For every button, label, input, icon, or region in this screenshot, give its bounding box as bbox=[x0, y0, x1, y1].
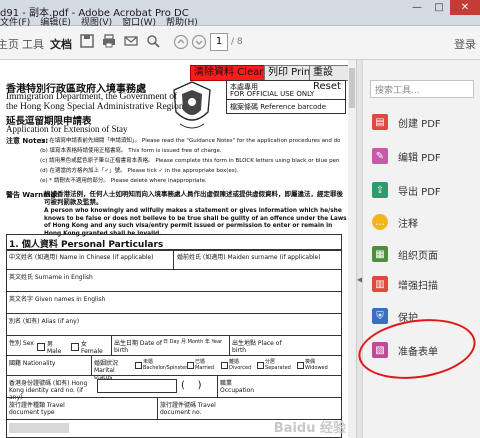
next-page-icon[interactable] bbox=[190, 34, 208, 52]
note-b: (b) 填寫本表格時請使用正楷書寫。 This form is issued f… bbox=[40, 148, 222, 154]
sex-label: 性別 Sex bbox=[9, 340, 34, 347]
marital-single-checkbox[interactable] bbox=[135, 362, 142, 369]
alias-label: 別名 (如有) Alias (if any) bbox=[9, 318, 80, 325]
tab-home[interactable]: 主页 bbox=[0, 36, 19, 52]
login-link[interactable]: 登录 bbox=[454, 36, 476, 52]
married-label: 已婚 Married bbox=[195, 359, 215, 371]
dept-name-en-1: Immigration Department, the Government o… bbox=[6, 92, 178, 102]
warning-text-zh: 根據香港法例，任何人士如明知而向入境事務處人員作出虛假陳述或提供虛假資料，即屬違… bbox=[44, 190, 343, 206]
tab-tools[interactable]: 工具 bbox=[22, 36, 44, 52]
tab-document[interactable]: 文档 bbox=[50, 36, 72, 52]
travel-doc-no-label: 旅行證件號碼 Travel document no. bbox=[160, 402, 216, 416]
note-c: (c) 請用黑色或藍色原子筆以正楷書寫本表格。 Please complete … bbox=[40, 158, 340, 164]
scrollbar-thumb[interactable] bbox=[349, 68, 355, 108]
scan-icon: ▥ bbox=[372, 276, 388, 292]
widowed-label: 喪偶 Widowed bbox=[305, 359, 328, 371]
tool-export-pdf[interactable]: ⇪ 导出 PDF bbox=[372, 180, 441, 200]
close-button[interactable]: ✕ bbox=[450, 0, 480, 15]
document-page: 清除資料 Clear Data 列印 Print 重設 Reset 香港特別行政… bbox=[0, 60, 356, 438]
previous-page-icon[interactable] bbox=[172, 34, 190, 52]
hkid-input[interactable] bbox=[97, 379, 177, 393]
tool-search-input[interactable]: 搜索工具... bbox=[370, 80, 474, 98]
maiden-surname-label: 婚前姓氏 (如適用) Maiden surname (if applicable… bbox=[177, 254, 321, 261]
nationality-label: 國籍 Nationality bbox=[9, 360, 56, 367]
note-a: (a) 在填寫申請表前先細閱「申請須知」。 Please read the "G… bbox=[40, 138, 340, 144]
dept-name-en-2: the Hong Kong Special Administrative Reg… bbox=[6, 102, 184, 112]
tool-label: 注释 bbox=[398, 218, 418, 230]
personal-particulars-section: 1. 個人資料 Personal Particulars 中文姓名 (如適用) … bbox=[6, 234, 342, 438]
name-chinese-label: 中文姓名 (如適用) Name in Chinese (if applicabl… bbox=[9, 254, 154, 261]
pob-label: 出生地點 Place of birth bbox=[232, 340, 282, 354]
single-label: 未婚 Bachelor/Spinster bbox=[143, 359, 188, 371]
separated-label: 分居 Separated bbox=[265, 359, 291, 371]
divorced-label: 離婚 Divorced bbox=[229, 359, 252, 371]
tool-label: 组织页面 bbox=[398, 250, 438, 262]
tool-enhance-scan[interactable]: ▥ 增强扫描 bbox=[372, 274, 438, 294]
comment-icon: … bbox=[372, 214, 388, 230]
tool-create-pdf[interactable]: ▤ 创建 PDF bbox=[372, 112, 441, 132]
print-icon[interactable] bbox=[100, 34, 118, 52]
title-bar: d91 - 副本.pdf - Adobe Acrobat Pro DC 文件(F… bbox=[0, 0, 480, 28]
marital-married-checkbox[interactable] bbox=[187, 362, 194, 369]
shaded-field bbox=[9, 423, 69, 433]
tool-edit-pdf[interactable]: ✎ 编辑 PDF bbox=[372, 146, 441, 166]
marital-separated-checkbox[interactable] bbox=[257, 362, 264, 369]
email-icon[interactable] bbox=[122, 34, 140, 52]
dob-label: 出生日期 Date of birth bbox=[114, 340, 162, 354]
marital-widowed-checkbox[interactable] bbox=[297, 362, 304, 369]
page-number-input[interactable]: 1 bbox=[210, 33, 228, 51]
hkid-check-digit-parens: ( ) bbox=[181, 380, 202, 391]
organize-pages-icon: ▦ bbox=[372, 246, 388, 262]
pdf-create-icon: ▤ bbox=[372, 114, 388, 130]
dob-parts-label: 日 Day 月 Month 年 Year bbox=[163, 339, 223, 345]
sex-male-checkbox[interactable] bbox=[37, 343, 45, 351]
note-d: (d) 在適當的方格內加上「✓」號。 Please tick ✓ in the … bbox=[40, 168, 239, 174]
baidu-watermark: Baidu 经验 bbox=[273, 421, 346, 436]
form-title-en: Application for Extension of Stay bbox=[6, 124, 128, 134]
tool-organize-pages[interactable]: ▦ 组织页面 bbox=[372, 244, 438, 264]
hksar-emblem bbox=[168, 80, 216, 132]
document-scrollbar[interactable] bbox=[348, 60, 356, 438]
sex-female-checkbox[interactable] bbox=[71, 343, 79, 351]
note-e: (e) * 請刪去不適用的部分。 Please delete where ina… bbox=[40, 178, 207, 184]
given-names-label: 英文名字 Given names in English bbox=[9, 296, 106, 303]
surname-label: 英文姓氏 Surname in English bbox=[9, 274, 93, 281]
tool-label: 创建 PDF bbox=[398, 118, 441, 130]
search-icon[interactable] bbox=[144, 34, 162, 52]
official-use-en: FOR OFFICIAL USE ONLY bbox=[230, 90, 315, 98]
tool-label: 导出 PDF bbox=[398, 186, 441, 198]
tool-label: 增强扫描 bbox=[398, 280, 438, 292]
marital-divorced-checkbox[interactable] bbox=[221, 362, 228, 369]
save-icon[interactable] bbox=[78, 34, 96, 52]
official-use-box: 本處專用 FOR OFFICIAL USE ONLY 檔案條碼 Referenc… bbox=[226, 80, 346, 114]
maximize-button[interactable]: □ bbox=[428, 0, 450, 15]
male-label: 男 Male bbox=[47, 341, 62, 355]
main-toolbar: 主页 工具 文档 1 / 8 登录 bbox=[0, 26, 480, 60]
occupation-label: 職業 Occupation bbox=[220, 380, 255, 394]
shield-icon: ⛨ bbox=[372, 308, 388, 324]
female-label: 女 Female bbox=[81, 341, 103, 355]
reference-barcode-label: 檔案條碼 Reference barcode bbox=[230, 103, 327, 111]
travel-doc-type-label: 旅行證件種類 Travel document type bbox=[9, 402, 65, 416]
tool-label: 编辑 PDF bbox=[398, 152, 441, 164]
page-total: / 8 bbox=[231, 37, 243, 47]
tool-comment[interactable]: … 注释 bbox=[372, 212, 418, 232]
minimize-button[interactable]: — bbox=[406, 0, 428, 15]
pdf-export-icon: ⇪ bbox=[372, 182, 388, 198]
window-controls: — □ ✕ bbox=[406, 0, 480, 15]
pdf-edit-icon: ✎ bbox=[372, 148, 388, 164]
marital-status-label: 婚姻狀況 Marital status bbox=[94, 360, 119, 381]
